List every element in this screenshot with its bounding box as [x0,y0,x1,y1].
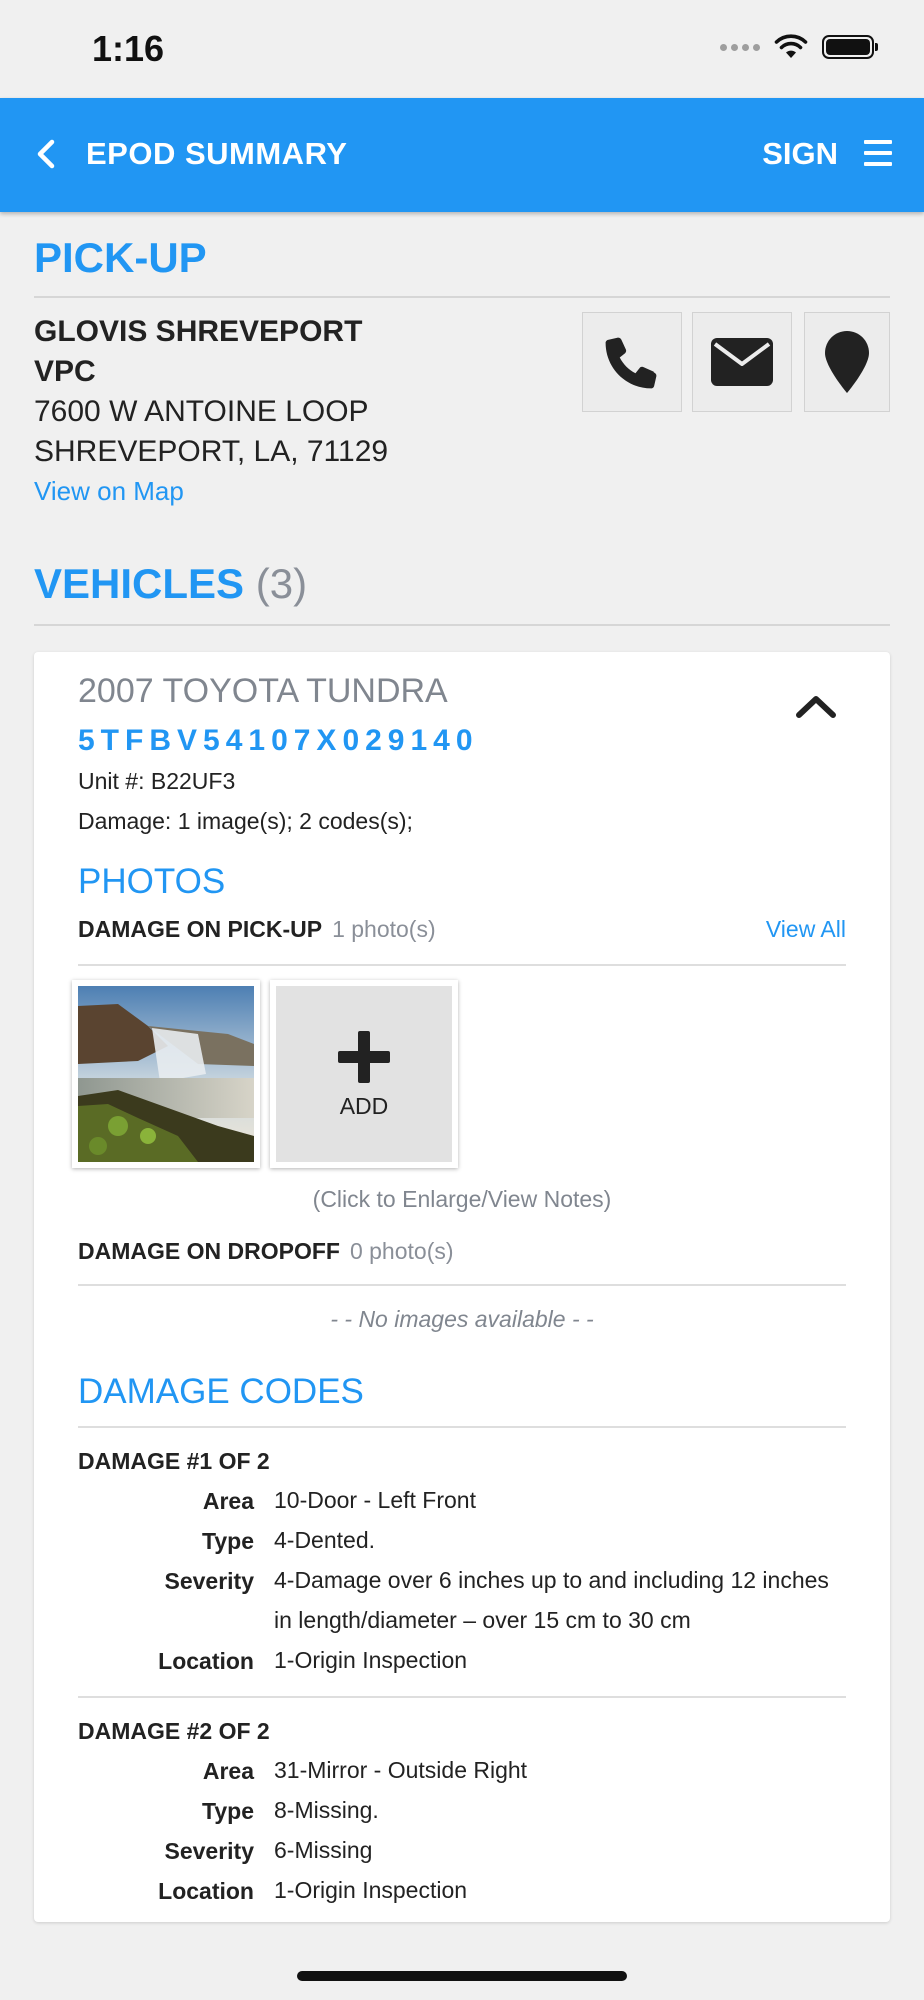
type-value: 8-Missing. [274,1797,379,1823]
home-indicator [297,1971,627,1981]
wifi-icon [774,34,808,58]
status-time: 1:16 [92,28,165,69]
hamburger-menu-icon[interactable] [864,140,892,166]
damage-dropoff-count: 0 photo(s) [349,1238,454,1264]
back-button[interactable] [26,134,66,174]
area-label: Area [202,1758,254,1784]
severity-value: 4-Damage over 6 inches up to and includi… [274,1567,829,1633]
damage-pickup-heading: DAMAGE ON PICK-UP 1 photo(s) [78,916,436,942]
damage-pickup-count: 1 photo(s) [332,916,436,942]
divider [78,1426,846,1428]
damage-heading: DAMAGE #1 OF 2 [78,1448,270,1474]
area-value: 10-Door - Left Front [274,1487,476,1513]
vehicles-section-title: VEHICLES (3) [34,560,308,607]
vehicle-title: 2007 TOYOTA TUNDRA [78,672,448,710]
damage-dropoff-heading: DAMAGE ON DROPOFF 0 photo(s) [78,1238,454,1264]
area-label: Area [202,1488,254,1514]
collapse-button[interactable] [794,684,838,728]
divider [78,964,846,966]
page-title: EPOD SUMMARY [86,136,348,171]
type-label: Type [202,1798,254,1824]
app-header: EPOD SUMMARY SIGN [0,98,924,212]
envelope-icon [711,338,773,386]
waterfall-photo [78,986,254,1162]
chevron-left-icon [37,139,55,169]
email-button[interactable] [692,312,792,412]
cellular-signal-icon [720,43,760,51]
divider [34,624,890,626]
vehicles-count: (3) [255,560,308,607]
area-value: 31-Mirror - Outside Right [274,1757,528,1783]
directions-button[interactable] [804,312,890,412]
type-label: Type [202,1528,254,1554]
location-label: Location [158,1648,254,1674]
click-to-enlarge-note: (Click to Enlarge/View Notes) [312,1186,612,1212]
divider [78,1696,846,1698]
severity-value: 6-Missing [274,1837,373,1863]
battery-icon [822,35,878,59]
view-on-map-link[interactable]: View on Map [34,476,184,507]
damage-codes-title: DAMAGE CODES [78,1372,364,1411]
view-all-link[interactable]: View All [766,916,846,943]
divider [78,1284,846,1286]
vehicle-unit: Unit #: B22UF3 [78,768,236,794]
severity-label: Severity [164,1838,254,1864]
damage-photo-thumbnail[interactable] [72,980,260,1168]
pickup-location-name: GLOVIS SHREVEPORT VPC [34,315,363,388]
vehicle-card: 2007 TOYOTA TUNDRA 5TFBV54107X029140 Uni… [34,652,890,1922]
pickup-address: 7600 W ANTOINE LOOP SHREVEPORT, LA, 7112… [34,395,389,468]
add-photo-label: ADD [339,1092,389,1119]
add-photo-button[interactable]: ADD [270,980,458,1168]
photos-title: PHOTOS [78,862,226,901]
status-bar: 1:16 [0,0,924,98]
severity-label: Severity [164,1568,254,1594]
pickup-section-title: PICK-UP [34,234,207,281]
chevron-up-icon [796,696,836,718]
plus-icon [338,1030,390,1083]
sign-button[interactable]: SIGN [762,136,838,172]
location-value: 1-Origin Inspection [274,1877,468,1903]
divider [34,296,890,298]
location-value: 1-Origin Inspection [274,1647,468,1673]
no-images-message: - - No images available - - [330,1306,594,1332]
type-value: 4-Dented. [274,1527,376,1553]
vehicle-vin[interactable]: 5TFBV54107X029140 [78,724,479,758]
vehicle-damage-summary: Damage: 1 image(s); 2 codes(s); [78,808,413,834]
phone-icon [605,337,657,389]
map-pin-icon [825,331,869,393]
status-icons [720,34,878,60]
location-label: Location [158,1878,254,1904]
call-button[interactable] [582,312,682,412]
damage-heading: DAMAGE #2 OF 2 [78,1718,270,1744]
